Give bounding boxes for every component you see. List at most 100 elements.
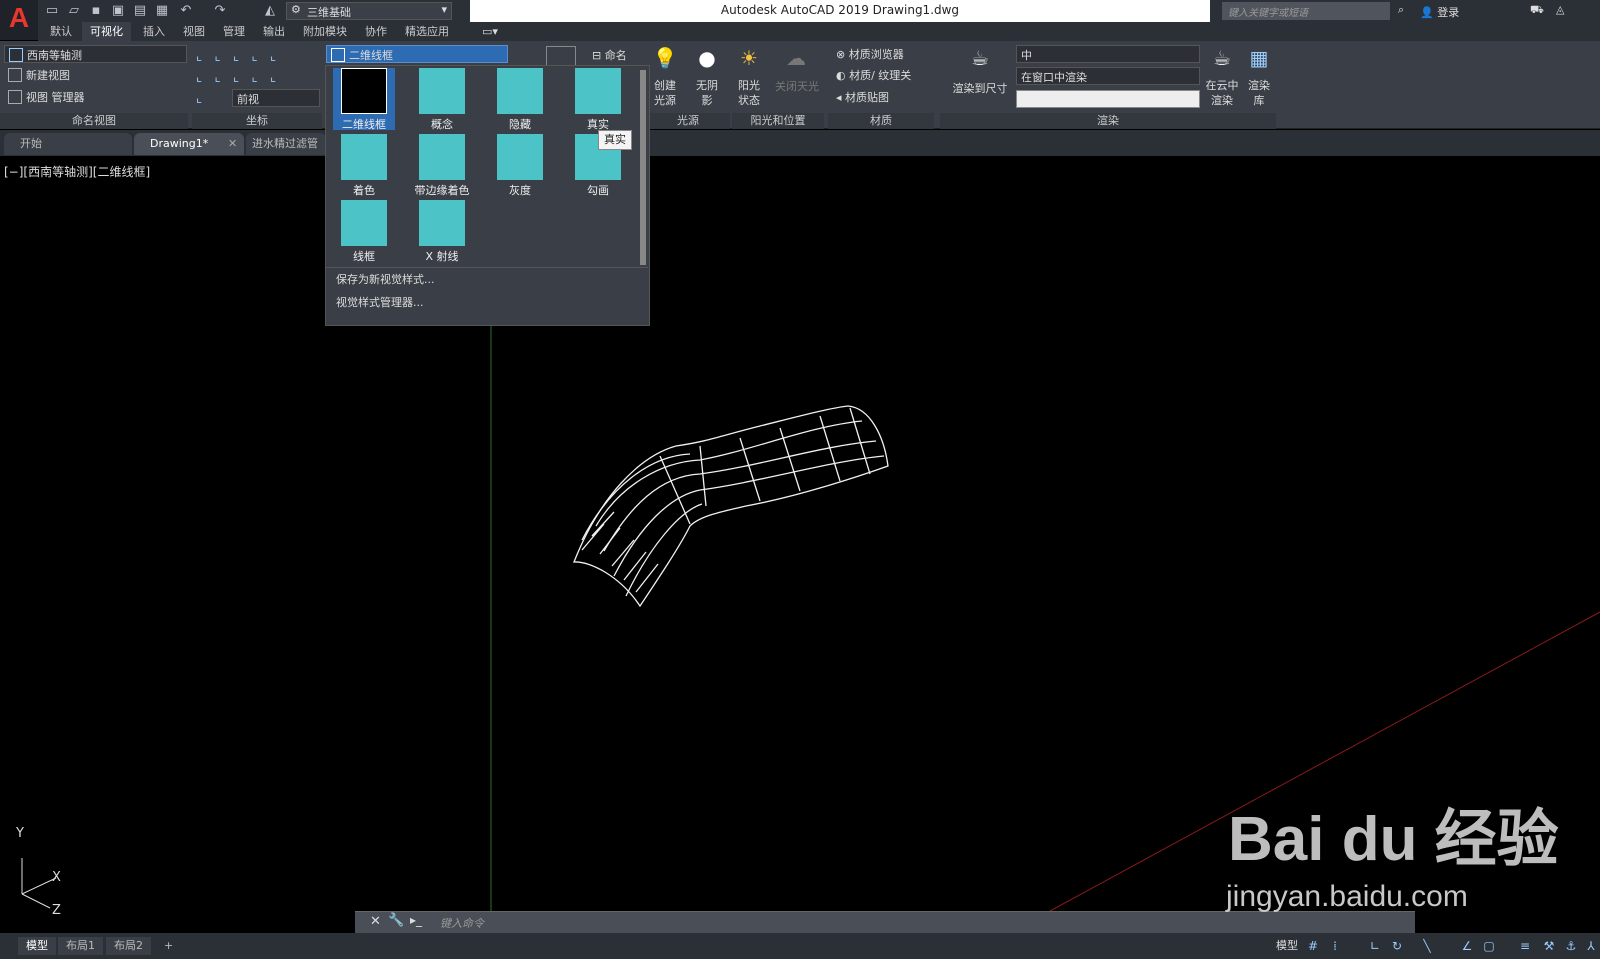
redo-icon[interactable]: ↷ <box>212 3 228 19</box>
style-realistic[interactable]: 真实 <box>567 68 629 131</box>
coord-view-select[interactable]: 前视 <box>232 89 320 107</box>
tab-featured-apps[interactable]: 精选应用 <box>397 22 457 41</box>
grid-icon[interactable]: # <box>1304 937 1322 955</box>
style-xray[interactable]: X 射线 <box>411 200 473 263</box>
ucs-view-icon[interactable]: ⌞ <box>270 49 276 64</box>
workspace-select[interactable]: ⚙ 三维基础 ▾ <box>286 2 452 20</box>
sky-off-button[interactable]: 关闭天光 <box>772 78 822 94</box>
ucs-icon[interactable]: ⌞ <box>196 49 202 64</box>
close-tab-icon[interactable]: ✕ <box>228 137 237 150</box>
cloud-render-icon[interactable]: ☕ <box>1204 46 1240 70</box>
ucs-x-icon[interactable]: ⌞ <box>215 70 221 85</box>
plot-icon[interactable]: ▤ <box>132 3 148 19</box>
cloud-render-button[interactable]: 在云中渲染 <box>1204 78 1240 108</box>
ucs-3point-icon[interactable]: ⌞ <box>270 70 276 85</box>
annotation-scale-icon[interactable]: ⚓ <box>1562 937 1580 955</box>
view-manager-icon <box>8 90 22 104</box>
ortho-icon[interactable]: ∟ <box>1366 937 1384 955</box>
polar-icon[interactable]: ↻ <box>1388 937 1406 955</box>
ucs-object-icon[interactable]: ⌞ <box>196 91 202 106</box>
save-as-icon[interactable]: ▣ <box>110 3 126 19</box>
otrack-icon[interactable]: ∠ <box>1458 937 1476 955</box>
binoculars-icon[interactable]: ⌕ <box>1398 3 1404 17</box>
search-input[interactable]: 键入关键字或短语 <box>1222 2 1390 20</box>
visual-style-select[interactable]: 二维线框 <box>326 45 508 63</box>
command-input[interactable]: 键入命令 <box>440 915 484 931</box>
no-shadow-button[interactable]: 无阴影 <box>692 78 722 108</box>
ribbon-options-icon[interactable]: ▭▾ <box>474 22 506 41</box>
save-icon[interactable]: ▪ <box>88 3 104 19</box>
tab-layout2[interactable]: 布局2 <box>106 937 151 955</box>
sun-status-button[interactable]: 阳光状态 <box>734 78 764 108</box>
render-to-size-button[interactable]: 渲染到尺寸 <box>948 80 1012 96</box>
a360-icon[interactable]: ◬ <box>1556 3 1564 16</box>
tab-start[interactable]: 开始 <box>4 133 132 155</box>
tab-default[interactable]: 默认 <box>42 22 80 41</box>
tab-collaborate[interactable]: 协作 <box>357 22 395 41</box>
shadow-icon[interactable]: ● <box>692 46 722 70</box>
visual-style-manager-item[interactable]: 视觉样式管理器... <box>336 293 424 313</box>
tab-insert[interactable]: 插入 <box>135 22 173 41</box>
view-manager-button[interactable]: 视图 管理器 <box>6 89 85 107</box>
cloud-icon[interactable]: ☁ <box>774 46 818 70</box>
view-select[interactable]: 西南等轴测 <box>4 45 187 63</box>
print-icon[interactable]: ▦ <box>154 3 170 19</box>
new-view-button[interactable]: 新建视图 <box>6 67 70 85</box>
tab-output[interactable]: 输出 <box>255 22 293 41</box>
style-2d-wireframe[interactable]: 二维线框 <box>333 68 395 131</box>
share-icon[interactable]: ◭ <box>262 3 278 19</box>
render-library-icon[interactable]: ▦ <box>1244 46 1274 70</box>
ucs-y-icon[interactable]: ⌞ <box>233 70 239 85</box>
style-wireframe[interactable]: 线框 <box>333 200 395 263</box>
tab-view[interactable]: 视图 <box>175 22 213 41</box>
annotation-icon[interactable]: ⚒ <box>1540 937 1558 955</box>
tab-model[interactable]: 模型 <box>18 937 56 955</box>
style-thumb-shaded-edges <box>419 134 465 180</box>
undo-icon[interactable]: ↶ <box>178 3 194 19</box>
osnap-icon[interactable]: ╲ <box>1418 937 1436 955</box>
material-browser-button[interactable]: ⊗ 材质浏览器 <box>834 46 904 64</box>
tab-manage[interactable]: 管理 <box>215 22 253 41</box>
style-conceptual[interactable]: 概念 <box>411 68 473 131</box>
close-command-icon[interactable]: ✕ <box>370 914 381 929</box>
tab-drawing2[interactable]: 进水精过滤管 <box>246 133 326 155</box>
open-file-icon[interactable]: ▱ <box>66 3 82 19</box>
dynamic-ucs-icon[interactable]: ▢ <box>1480 937 1498 955</box>
command-prompt-icon[interactable]: ▸_ <box>410 913 422 927</box>
material-mapping-button[interactable]: ◂ 材质贴图 <box>834 89 889 107</box>
style-shaded[interactable]: 着色 <box>333 134 395 197</box>
viewport-icon[interactable] <box>546 46 576 66</box>
lineweight-icon[interactable]: ≡ <box>1516 937 1534 955</box>
create-light-button[interactable]: 创建光源 <box>650 78 680 108</box>
sun-icon[interactable]: ☀ <box>734 46 764 70</box>
tab-addins[interactable]: 附加模块 <box>295 22 355 41</box>
render-library-button[interactable]: 渲染库 <box>1244 78 1274 108</box>
ucs-zaxis-icon[interactable]: ⌞ <box>252 49 258 64</box>
ucs-origin-icon[interactable]: ⌞ <box>233 49 239 64</box>
style-shaded-edges[interactable]: 带边缘着色 <box>411 134 473 197</box>
tab-layout1[interactable]: 布局1 <box>58 937 103 955</box>
new-file-icon[interactable]: ▭ <box>44 3 60 19</box>
dropdown-scrollbar[interactable] <box>640 70 646 265</box>
autocad-logo[interactable]: A <box>0 0 38 40</box>
style-grayscale[interactable]: 灰度 <box>489 134 551 197</box>
cart-icon[interactable]: ⛟ <box>1530 3 1544 18</box>
light-icon[interactable]: 💡 <box>650 46 680 70</box>
model-space-button[interactable]: 模型 <box>1268 937 1306 955</box>
ucs-z-icon[interactable]: ⌞ <box>252 70 258 85</box>
teapot-icon[interactable]: ☕ <box>960 46 1000 70</box>
wrench-icon[interactable]: 🔧 <box>388 913 404 928</box>
customize-icon[interactable]: ⅄ <box>1582 937 1600 955</box>
snap-icon[interactable]: ⁞ <box>1326 937 1344 955</box>
save-as-new-style-item[interactable]: 保存为新视觉样式... <box>336 270 435 290</box>
render-quality-select[interactable]: 中 <box>1016 45 1200 63</box>
material-texture-button[interactable]: ◐ 材质/ 纹理关 <box>834 67 911 85</box>
ucs-world-icon[interactable]: ⌞ <box>215 49 221 64</box>
login-button[interactable]: 👤 登录 <box>1420 4 1459 20</box>
style-hidden[interactable]: 隐藏 <box>489 68 551 131</box>
render-target-select[interactable]: 在窗口中渲染 <box>1016 67 1200 85</box>
tab-visualize[interactable]: 可视化 <box>82 22 131 41</box>
add-layout-button[interactable]: + <box>156 937 181 955</box>
ucs-named-icon[interactable]: ⌞ <box>196 70 202 85</box>
named-views-button[interactable]: ⊟ 命名 <box>590 47 627 65</box>
